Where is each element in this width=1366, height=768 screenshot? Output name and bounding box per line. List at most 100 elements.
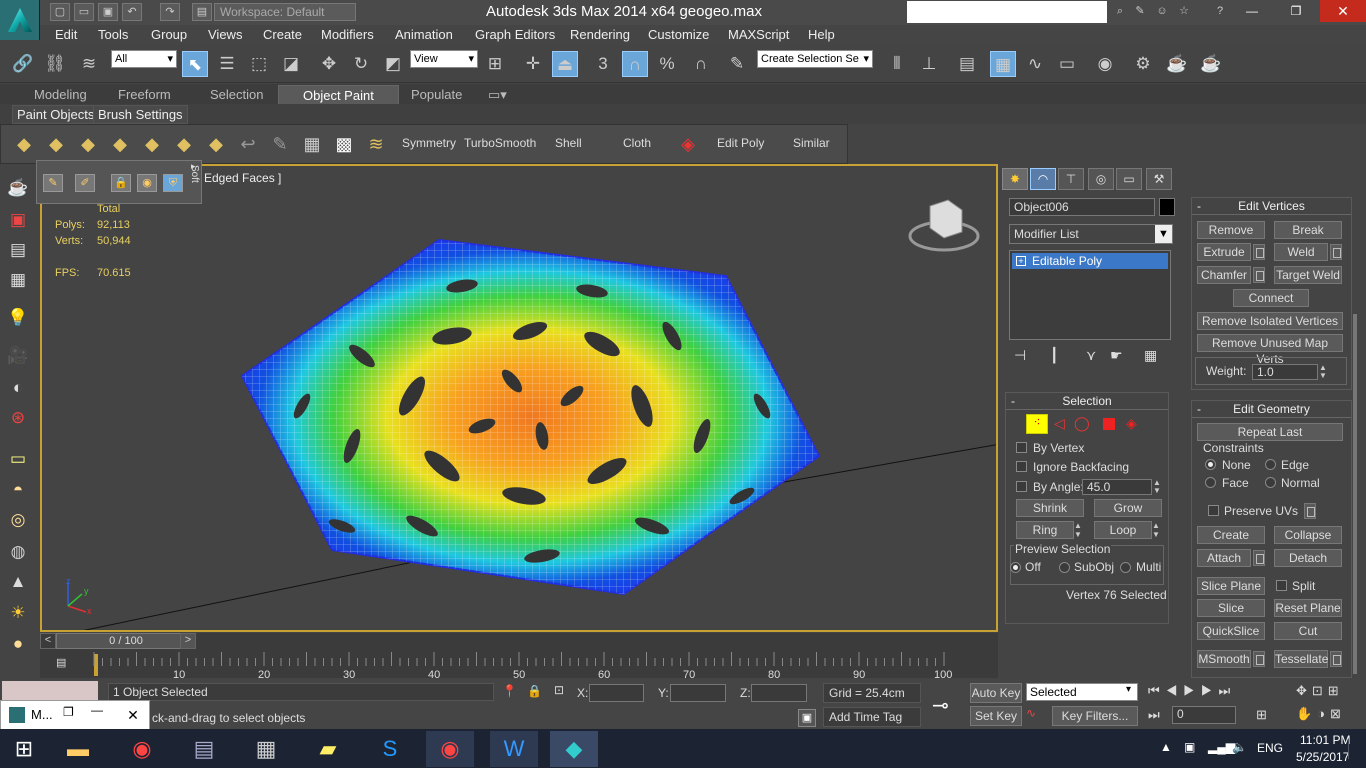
constraint-face-radio[interactable] xyxy=(1205,477,1216,488)
tab-populate[interactable]: Populate xyxy=(411,87,462,102)
redo-icon[interactable]: ↷ xyxy=(160,3,180,21)
word-icon[interactable]: W xyxy=(490,731,538,767)
preserve-uvs-checkbox[interactable] xyxy=(1208,505,1219,516)
curve-editor-icon[interactable]: ∿ xyxy=(1022,51,1048,77)
scale-icon[interactable]: ◩ xyxy=(380,51,406,77)
collapse-button[interactable]: Collapse xyxy=(1274,526,1342,544)
attach-button[interactable]: Attach xyxy=(1197,549,1251,567)
chamfer-settings-icon[interactable] xyxy=(1253,267,1265,283)
volume-icon[interactable]: 🔈 xyxy=(1232,740,1247,754)
brush-icon[interactable]: ↩ xyxy=(237,133,259,155)
tab-modeling[interactable]: Modeling xyxy=(34,87,87,102)
menu-group[interactable]: Group xyxy=(151,27,187,42)
paint-object-icon[interactable]: ◆ xyxy=(141,133,163,155)
material-icon[interactable]: ▣ xyxy=(6,208,30,232)
maximize-button[interactable]: ❐ xyxy=(1276,0,1316,22)
viewcube-icon[interactable] xyxy=(908,199,980,252)
menu-edit[interactable]: Edit xyxy=(55,27,77,42)
skype-icon[interactable]: S xyxy=(366,731,414,767)
edit-named-selection-icon[interactable]: ✎ xyxy=(724,51,750,77)
user-icon[interactable]: ☺ xyxy=(1152,3,1172,21)
communication-icon[interactable]: ✎ xyxy=(1130,3,1150,21)
mirror-icon[interactable]: ⫴ xyxy=(884,51,910,77)
menu-maxscript[interactable]: MAXScript xyxy=(728,27,789,42)
key-icon[interactable]: ⊸ xyxy=(932,693,949,718)
brush-icon[interactable]: ✐ xyxy=(75,174,95,192)
subtab-paint-objects[interactable]: Paint Objects xyxy=(12,105,100,124)
tool-similar[interactable]: Similar xyxy=(793,136,830,150)
polygon-mode-icon[interactable] xyxy=(1103,418,1115,430)
sphere-icon[interactable]: ● xyxy=(6,632,30,656)
isolate-icon[interactable]: 📍 xyxy=(502,684,517,698)
edge-mode-icon[interactable]: ◁ xyxy=(1054,415,1065,432)
percent-snap-icon[interactable]: % xyxy=(654,51,680,77)
expand-icon[interactable]: + xyxy=(1016,256,1026,266)
modifier-list-dropdown[interactable]: Modifier List xyxy=(1009,224,1173,244)
close-button[interactable]: ✕ xyxy=(1320,0,1366,22)
layer-explorer-icon[interactable]: ▦ xyxy=(6,268,30,292)
motion-tab-icon[interactable]: ◎ xyxy=(1088,168,1114,190)
viewport-nav-controls-2[interactable]: ✋◑⊠ xyxy=(1296,706,1366,722)
key-mode-icon[interactable]: ∿ xyxy=(1026,706,1048,726)
paint-object-icon[interactable]: ◆ xyxy=(205,133,227,155)
schematic-view-icon[interactable]: ▭ xyxy=(1054,51,1080,77)
time-slider[interactable]: < 0 / 100 > xyxy=(40,633,998,650)
slice-plane-button[interactable]: Slice Plane xyxy=(1197,577,1265,595)
align-icon[interactable]: ⊥ xyxy=(916,51,942,77)
cut-button[interactable]: Cut xyxy=(1274,622,1342,640)
msmooth-settings-icon[interactable] xyxy=(1253,651,1265,667)
tool-turbosmooth[interactable]: TurboSmooth xyxy=(464,136,536,150)
current-frame-field[interactable]: 0 xyxy=(1172,706,1236,724)
minimize-button[interactable]: — xyxy=(1232,0,1272,22)
grow-button[interactable]: Grow xyxy=(1094,499,1162,517)
window-crossing-icon[interactable]: ◪ xyxy=(278,51,304,77)
help-icon[interactable]: ? xyxy=(1210,3,1230,21)
object-color-swatch[interactable] xyxy=(1159,198,1175,216)
connect-button[interactable]: Connect xyxy=(1233,289,1309,307)
z-coordinate-field[interactable] xyxy=(751,684,807,702)
weight-field[interactable]: 1.0 xyxy=(1252,364,1318,380)
material-editor-icon[interactable]: ◉ xyxy=(1092,51,1118,77)
tessellate-button[interactable]: Tessellate xyxy=(1274,650,1328,668)
split-checkbox[interactable] xyxy=(1276,580,1287,591)
tool-shell[interactable]: Shell xyxy=(555,136,582,150)
add-time-tag-button[interactable]: Add Time Tag xyxy=(823,707,921,727)
paint-object-icon[interactable]: ◆ xyxy=(173,133,195,155)
by-angle-checkbox[interactable] xyxy=(1016,481,1027,492)
tab-freeform[interactable]: Freeform xyxy=(118,87,171,102)
show-desktop-button[interactable] xyxy=(1348,739,1366,759)
chevron-down-icon[interactable]: ▼ xyxy=(1155,225,1172,243)
menu-rendering[interactable]: Rendering xyxy=(570,27,630,42)
file-explorer-icon[interactable]: ▬ xyxy=(54,731,102,767)
geosphere-icon[interactable]: ◍ xyxy=(6,540,30,564)
ignore-backfacing-checkbox[interactable] xyxy=(1016,461,1027,472)
time-tag-icon[interactable]: ▣ xyxy=(798,709,816,727)
chrome-icon[interactable]: ◉ xyxy=(118,731,166,767)
time-config-icon[interactable]: ⊞ xyxy=(1256,707,1267,723)
plane-icon[interactable]: ▭ xyxy=(6,447,30,471)
shrink-button[interactable]: Shrink xyxy=(1016,499,1084,517)
tessellate-settings-icon[interactable] xyxy=(1330,651,1342,667)
menu-modifiers[interactable]: Modifiers xyxy=(321,27,374,42)
weight-spinner-icon[interactable]: ▲ ▼ xyxy=(1319,364,1329,380)
chevron-down-icon[interactable]: ▾ xyxy=(1126,684,1131,695)
calculator-icon[interactable]: ▦ xyxy=(242,731,290,767)
clock-time[interactable]: 11:01 PM xyxy=(1300,733,1350,747)
viewport-nav-controls[interactable]: ✥⊡⊞ xyxy=(1296,683,1366,699)
create-tab-icon[interactable]: ✸ xyxy=(1002,168,1028,190)
hierarchy-tab-icon[interactable]: ⊤ xyxy=(1058,168,1084,190)
tray-arrow-icon[interactable]: ▲ xyxy=(1160,740,1172,754)
ribbon-options-icon[interactable]: ▭▾ xyxy=(488,87,507,103)
tool-symmetry[interactable]: Symmetry xyxy=(402,136,456,150)
selected-dropdown[interactable]: Selected xyxy=(1026,683,1138,701)
rectangular-region-icon[interactable]: ⬚ xyxy=(246,51,272,77)
stack-item-editable-poly[interactable]: Editable Poly xyxy=(1012,253,1168,269)
slice-button[interactable]: Slice xyxy=(1197,599,1265,617)
network-icon[interactable]: ▂▄▆ xyxy=(1208,740,1235,754)
link-icon[interactable]: 🔗 xyxy=(10,51,36,77)
weld-button[interactable]: Weld xyxy=(1274,243,1328,261)
language-indicator[interactable]: ENG xyxy=(1257,741,1283,755)
tab-selection[interactable]: Selection xyxy=(210,87,263,102)
remove-button[interactable]: Remove xyxy=(1197,221,1265,239)
vertex-mode-icon[interactable]: ⁖ xyxy=(1026,414,1048,434)
